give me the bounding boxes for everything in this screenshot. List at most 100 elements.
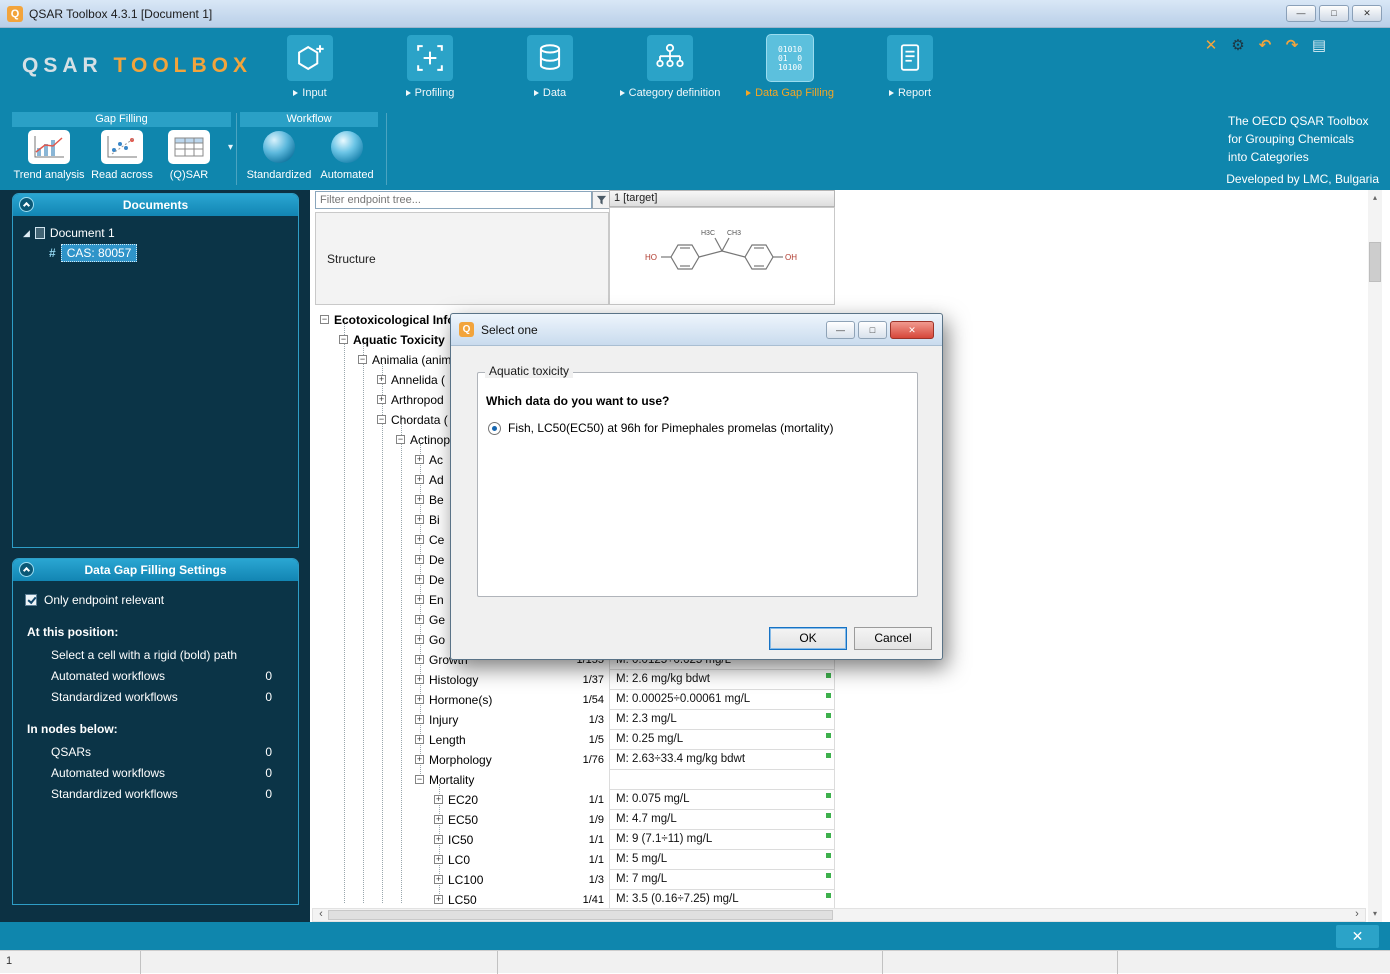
input-hexagon-icon[interactable] [287,35,333,81]
target-value-cell[interactable]: M: 0.00025÷0.00061 mg/L [609,690,835,710]
undo-icon[interactable]: ↶ [1256,36,1274,54]
collapse-chevron-icon[interactable] [19,197,34,212]
scroll-up-icon[interactable]: ▴ [1368,193,1382,202]
target-value-cell[interactable]: M: 7 mg/L [609,870,835,890]
notes-icon[interactable]: ▤ [1310,36,1328,54]
qsar-dropdown-caret-icon[interactable]: ▾ [228,142,233,153]
collapse-chevron-icon[interactable] [19,562,34,577]
tree-node-label[interactable]: Actinop [410,433,450,447]
filter-funnel-button[interactable] [592,191,610,209]
tree-node-label[interactable]: Injury [429,713,458,727]
target-value-cell[interactable]: M: 5 mg/L [609,850,835,870]
minimize-button[interactable]: — [1286,5,1316,22]
tree-expander-minus-icon[interactable]: − [339,335,348,344]
vertical-scroll-thumb[interactable] [1369,242,1381,282]
tree-expander-plus-icon[interactable]: + [415,735,424,744]
tree-expander-plus-icon[interactable]: + [415,655,424,664]
target-value-cell[interactable]: M: 2.63÷33.4 mg/kg bdwt [609,750,835,770]
settings-panel-header[interactable]: Data Gap Filling Settings [13,559,298,581]
tree-expander-plus-icon[interactable]: + [415,575,424,584]
database-icon[interactable] [527,35,573,81]
target-column-header[interactable]: 1 [target] [609,190,835,207]
tree-node-label[interactable]: EC20 [448,793,478,807]
target-value-cell[interactable] [609,770,835,790]
nav-input[interactable]: Input [250,35,370,99]
tree-node-label[interactable]: Ge [429,613,445,627]
cas-tree-item[interactable]: # CAS: 80057 [49,244,298,262]
tree-expander-plus-icon[interactable]: + [415,675,424,684]
tree-row[interactable]: + Histology 1/37 M: 2.6 mg/kg bdwt [312,670,835,690]
ok-button[interactable]: OK [769,627,847,650]
fish-lc50-option[interactable]: Fish, LC50(EC50) at 96h for Pimephales p… [488,421,833,435]
tree-node-label[interactable]: Go [429,633,445,647]
target-value-cell[interactable]: M: 0.075 mg/L [609,790,835,810]
tree-node-label[interactable]: Histology [429,673,478,687]
tree-expander-plus-icon[interactable]: + [434,895,443,904]
tree-node-label[interactable]: Aquatic Toxicity [353,333,445,347]
tree-row[interactable]: + EC20 1/1 M: 0.075 mg/L [312,790,835,810]
scroll-right-icon[interactable]: › [1350,908,1364,921]
target-value-cell[interactable]: M: 4.7 mg/L [609,810,835,830]
target-value-cell[interactable]: M: 2.6 mg/kg bdwt [609,670,835,690]
dialog-maximize-button[interactable]: □ [858,320,887,339]
tree-expander-plus-icon[interactable]: + [415,475,424,484]
tree-expander-plus-icon[interactable]: + [434,815,443,824]
qsar-button[interactable]: (Q)SAR [158,130,220,181]
tree-row[interactable]: + EC50 1/9 M: 4.7 mg/L [312,810,835,830]
target-value-cell[interactable]: M: 9 (7.1÷11) mg/L [609,830,835,850]
tree-node-label[interactable]: De [429,553,444,567]
tree-node-label[interactable]: IC50 [448,833,473,847]
target-structure-image[interactable]: HO OH H3C CH3 [609,207,835,305]
checkbox-checked-icon[interactable] [25,594,37,606]
nav-data-gap-filling[interactable]: 01010 01 0 10100 Data Gap Filling [730,35,850,99]
tree-expander-plus-icon[interactable]: + [415,555,424,564]
tree-node-label[interactable]: Arthropod [391,393,444,407]
dialog-minimize-button[interactable]: — [826,320,855,339]
tree-expander-minus-icon[interactable]: − [415,775,424,784]
tree-node-label[interactable]: Ad [429,473,444,487]
tree-expander-plus-icon[interactable]: + [434,875,443,884]
tree-expander-minus-icon[interactable]: − [396,435,405,444]
tree-node-label[interactable]: LC0 [448,853,470,867]
target-value-cell[interactable]: M: 0.25 mg/L [609,730,835,750]
tree-expander-minus-icon[interactable]: − [320,315,329,324]
nav-report[interactable]: Report [850,35,970,99]
maximize-button[interactable]: □ [1319,5,1349,22]
trend-analysis-button[interactable]: Trend analysis [12,130,86,181]
category-tree-icon[interactable] [647,35,693,81]
document-tree-item[interactable]: ◢ Document 1 [23,226,298,240]
tree-node-label[interactable]: Morphology [429,753,492,767]
close-panel-x-button[interactable]: ✕ [1336,925,1379,948]
tree-node-label[interactable]: Ac [429,453,443,467]
tree-node-label[interactable]: Annelida ( [391,373,445,387]
tree-row[interactable]: + LC0 1/1 M: 5 mg/L [312,850,835,870]
read-across-button[interactable]: Read across [86,130,158,181]
nav-category-definition[interactable]: Category definition [610,35,730,99]
tree-expander-plus-icon[interactable]: + [415,535,424,544]
tree-node-label[interactable]: Be [429,493,444,507]
tree-node-label[interactable]: Ce [429,533,444,547]
tree-expander-plus-icon[interactable]: + [415,715,424,724]
tree-expander-plus-icon[interactable]: + [377,375,386,384]
tree-expander-minus-icon[interactable]: − [377,415,386,424]
nav-data[interactable]: Data [490,35,610,99]
automated-workflow-button[interactable]: Automated [314,130,380,181]
endpoint-filter-input[interactable] [315,191,592,209]
target-value-cell[interactable]: M: 3.5 (0.16÷7.25) mg/L [609,890,835,910]
gear-icon[interactable]: ⚙ [1229,36,1247,54]
tree-node-label[interactable]: De [429,573,444,587]
scroll-left-icon[interactable]: ‹ [314,908,328,921]
tree-expander-plus-icon[interactable]: + [415,695,424,704]
tree-expander-plus-icon[interactable]: + [415,455,424,464]
cancel-button[interactable]: Cancel [854,627,932,650]
tree-expander-plus-icon[interactable]: + [415,515,424,524]
tree-row[interactable]: − Mortality [312,770,835,790]
delete-x-icon[interactable]: ✕ [1202,36,1220,54]
tree-expander-plus-icon[interactable]: + [415,635,424,644]
dialog-close-button[interactable]: ✕ [890,320,934,339]
target-value-cell[interactable]: M: 2.3 mg/L [609,710,835,730]
tree-node-label[interactable]: LC50 [448,893,477,907]
standardized-workflow-button[interactable]: Standardized [244,130,314,181]
tree-row[interactable]: + Morphology 1/76 M: 2.63÷33.4 mg/kg bdwt [312,750,835,770]
redo-icon[interactable]: ↷ [1283,36,1301,54]
